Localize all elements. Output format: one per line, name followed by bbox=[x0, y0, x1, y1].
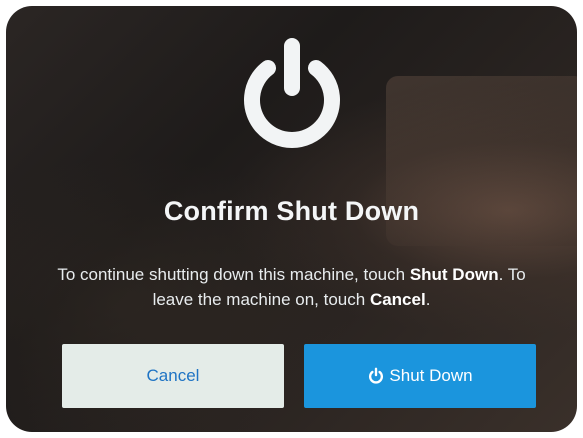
shut-down-button-label: Shut Down bbox=[389, 366, 473, 385]
power-icon bbox=[369, 367, 384, 384]
photo-frame: Confirm Shut Down To continue shutting d… bbox=[0, 0, 583, 438]
dialog-title: Confirm Shut Down bbox=[163, 196, 420, 226]
dialog-message: To continue shutting down this machine, … bbox=[36, 262, 547, 312]
power-icon bbox=[244, 38, 340, 148]
device-screen: Confirm Shut Down To continue shutting d… bbox=[6, 6, 577, 432]
cancel-button-label: Cancel bbox=[146, 366, 200, 385]
shut-down-button[interactable]: Shut Down bbox=[304, 344, 536, 408]
cancel-button[interactable]: Cancel bbox=[62, 344, 284, 408]
message-cancel-emphasis: Cancel bbox=[369, 290, 426, 309]
message-shutdown-emphasis: Shut Down bbox=[409, 265, 499, 284]
message-text: To continue shutting down this machine, … bbox=[57, 265, 410, 284]
message-text: . bbox=[425, 290, 431, 309]
